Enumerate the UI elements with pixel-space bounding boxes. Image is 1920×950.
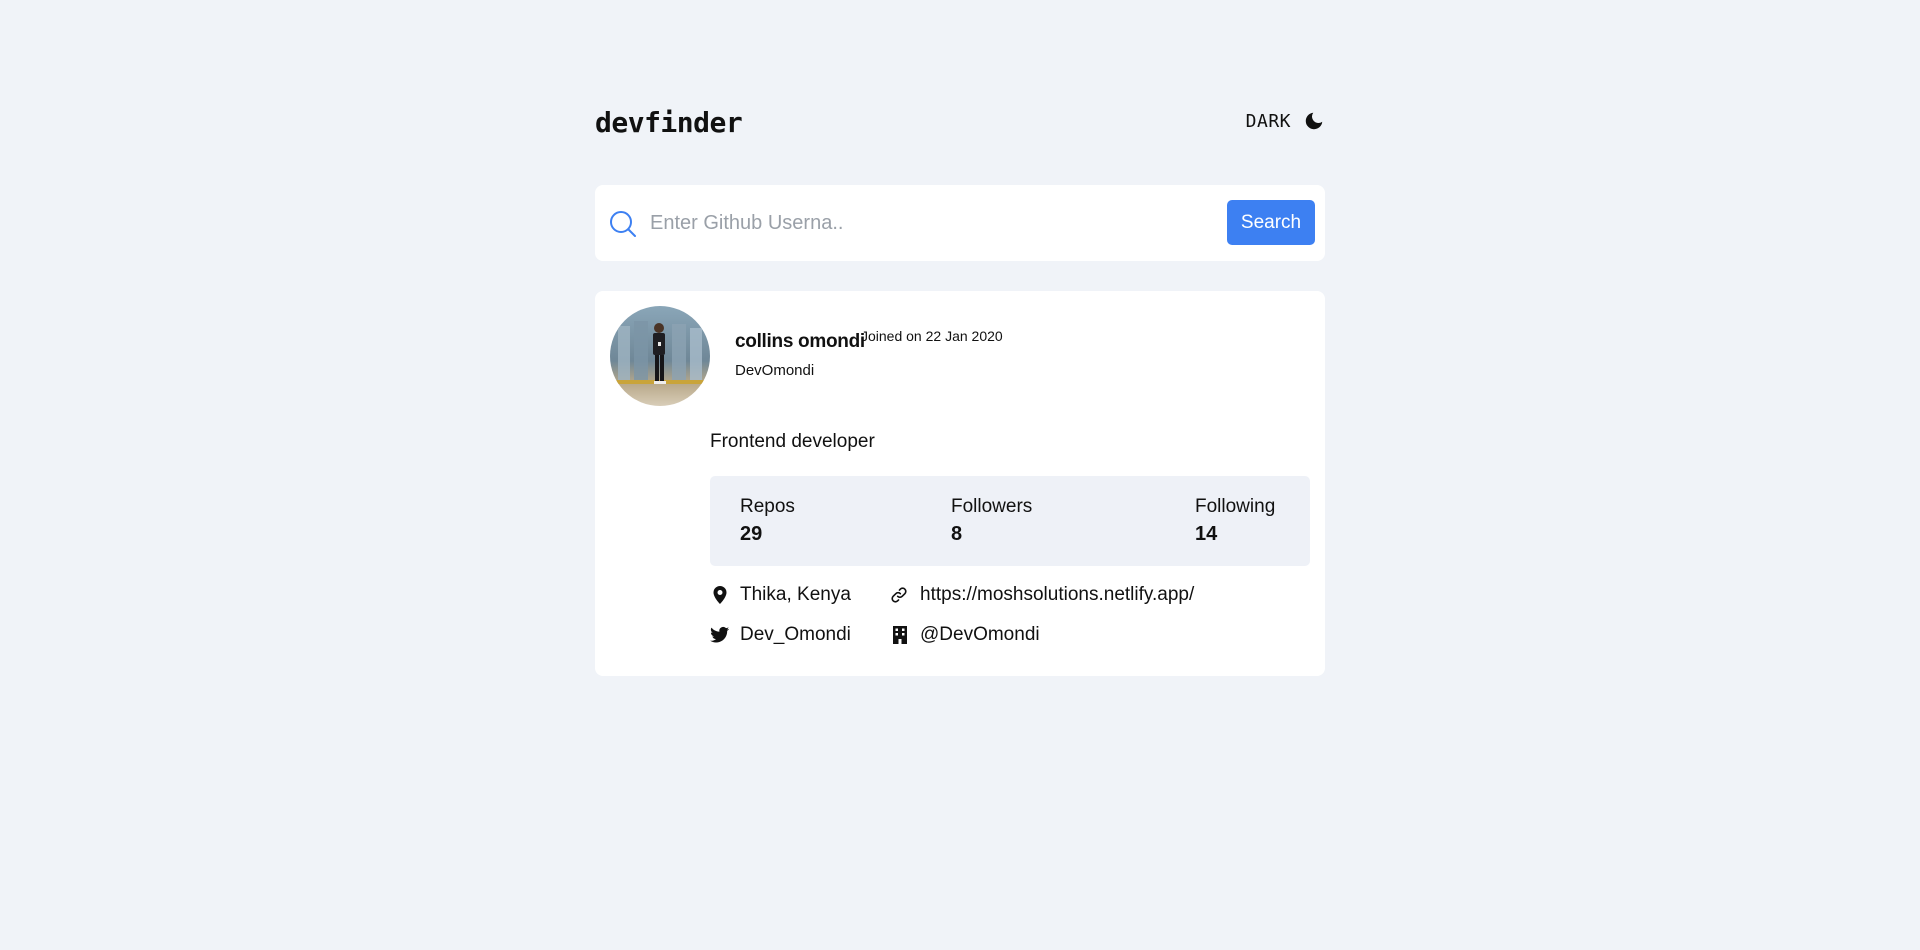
theme-toggle[interactable]: DARK [1246,110,1325,132]
blog-item[interactable]: https://moshsolutions.netlify.app/ [890,584,1194,606]
stat-repos: Repos 29 [740,496,795,546]
stat-followers-value: 8 [951,523,963,545]
location-pin-icon [713,586,727,604]
profile-joined-date: Joined on 22 Jan 2020 [861,328,1003,344]
profile-name: collins omondi [735,331,865,352]
stat-followers-label: Followers [951,496,1033,517]
company-item: @DevOmondi [890,624,1040,646]
twitter-item[interactable]: Dev_Omondi [710,624,851,646]
profile-card: collins omondi Joined on 22 Jan 2020 Dev… [595,291,1325,676]
building-icon [893,626,907,644]
stats-panel: Repos 29 Followers 8 Following 14 [710,476,1310,566]
search-bar: Search [595,185,1325,261]
moon-icon [1305,112,1323,130]
search-button[interactable]: Search [1227,200,1315,245]
location-text: Thika, Kenya [740,584,851,605]
location-item: Thika, Kenya [710,584,851,606]
link-icon [891,587,907,603]
stat-repos-value: 29 [740,523,763,545]
app-logo: devfinder [595,106,743,139]
header: devfinder DARK [595,100,1325,148]
company-text: @DevOmondi [920,624,1040,645]
blog-link[interactable]: https://moshsolutions.netlify.app/ [920,584,1194,606]
twitter-icon [710,626,730,643]
profile-login[interactable]: DevOmondi [735,362,814,379]
search-icon [610,211,636,237]
avatar-image [610,306,710,406]
stat-following-value: 14 [1195,523,1218,545]
stat-followers: Followers 8 [951,496,1032,546]
theme-toggle-label: DARK [1245,110,1291,132]
stat-repos-label: Repos [740,496,795,517]
profile-bio: Frontend developer [710,431,875,452]
avatar [610,306,710,406]
search-input[interactable] [650,203,1210,243]
stat-following: Following 14 [1195,496,1275,546]
stat-following-label: Following [1195,496,1276,517]
twitter-handle[interactable]: Dev_Omondi [740,624,851,646]
